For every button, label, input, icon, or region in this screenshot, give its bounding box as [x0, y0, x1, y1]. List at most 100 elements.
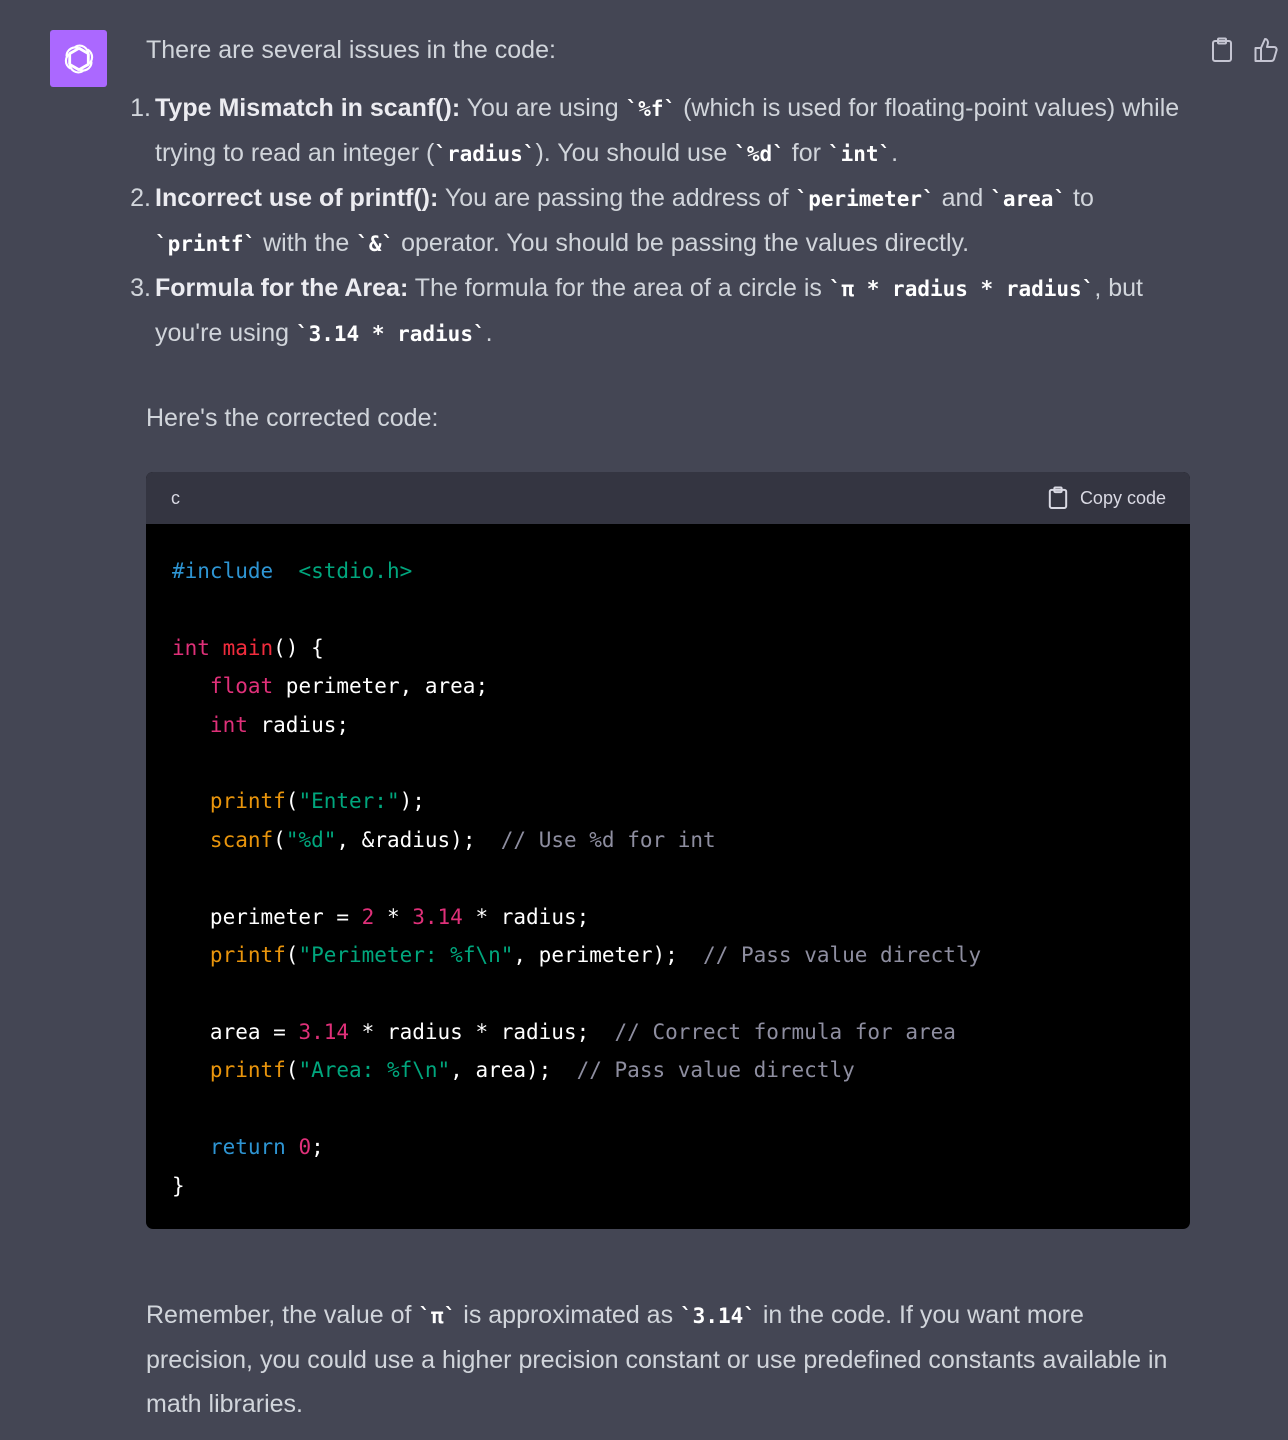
code-token: );	[399, 789, 425, 814]
code-line: int main() {	[172, 636, 324, 660]
code-token: area =	[172, 1019, 299, 1044]
issue-item: 3. Formula for the Area: The formula for …	[130, 266, 1196, 356]
code-token: // Correct formula for area	[614, 1019, 956, 1044]
text-span: Remember, the value of	[146, 1300, 419, 1329]
code-line: }	[172, 1174, 185, 1198]
inline-code: `π`	[418, 1303, 457, 1328]
inline-code: `perimeter`	[795, 187, 935, 211]
text-span: is approximated as	[456, 1300, 681, 1329]
code-token: * radius * radius;	[349, 1019, 615, 1044]
code-token: main	[209, 635, 274, 660]
issue-title: Type Mismatch in scanf():	[155, 94, 461, 122]
inline-code: `%f`	[625, 97, 677, 121]
text-span: .	[485, 319, 493, 347]
copy-code-button[interactable]: Copy code	[1048, 476, 1166, 520]
code-token: // Pass value directly	[703, 943, 982, 968]
code-token: (	[273, 827, 286, 852]
code-line: int radius;	[172, 713, 349, 737]
code-line: printf("Enter:");	[172, 789, 425, 813]
code-line: scanf("%d", &radius); // Use %d for int	[172, 828, 716, 852]
code-line: printf("Area: %f\n", area); // Pass valu…	[172, 1058, 855, 1082]
text-span: The formula for the area of a circle is	[408, 274, 829, 302]
inline-code: `int`	[827, 142, 892, 166]
code-token: printf	[172, 1058, 286, 1083]
code-token: "Area: %f\n"	[298, 1058, 451, 1083]
text-span: You are passing the address of	[438, 184, 796, 212]
code-token: "Perimeter: %f\n"	[298, 943, 514, 968]
code-token: float	[172, 674, 274, 699]
text-span: and	[934, 184, 991, 212]
code-token: ;	[311, 1135, 324, 1160]
code-token: }	[172, 1173, 185, 1198]
code-line: float perimeter, area;	[172, 674, 488, 698]
issues-list: 1. Type Mismatch in scanf(): You are usin…	[130, 86, 1196, 356]
code-token: // Use %d for int	[500, 827, 716, 852]
message-outro: Remember, the value of `π` is approximat…	[146, 1293, 1196, 1426]
code-token: 3.14	[298, 1019, 350, 1044]
issue-number: 1.	[130, 94, 151, 122]
text-span: to	[1066, 184, 1094, 212]
code-line: #include <stdio.h>	[172, 559, 412, 583]
assistant-avatar	[50, 30, 107, 87]
code-block-header: c Copy code	[146, 472, 1190, 524]
code-token: , perimeter);	[513, 943, 704, 968]
code-token: (	[285, 1058, 299, 1083]
code-token: * radius;	[462, 904, 590, 929]
clipboard-icon	[1212, 37, 1232, 62]
issue-item: 1. Type Mismatch in scanf(): You are usin…	[130, 86, 1196, 176]
code-line: printf("Perimeter: %f\n", perimeter); //…	[172, 943, 981, 967]
inline-code: `radius`	[434, 142, 536, 166]
copy-message-button[interactable]	[1208, 36, 1236, 64]
code-token: () {	[273, 635, 324, 660]
code-token: <stdio.h>	[298, 559, 413, 583]
assistant-message: There are several issues in the code: 1.…	[130, 34, 1196, 1426]
inline-code: `3.14 * radius`	[295, 322, 486, 346]
code-line: area = 3.14 * radius * radius; // Correc…	[172, 1020, 956, 1044]
inline-code: `area`	[990, 187, 1067, 211]
code-token: #include	[172, 559, 274, 583]
thumbs-up-button[interactable]	[1252, 36, 1280, 64]
text-span: for	[784, 139, 828, 167]
code-token: 0	[285, 1135, 312, 1160]
code-token: (	[285, 789, 299, 814]
code-token: radius;	[247, 712, 350, 737]
code-token: "%d"	[285, 827, 337, 852]
text-span: operator. You should be passing the valu…	[394, 229, 970, 257]
code-line: return 0;	[172, 1135, 324, 1159]
inline-code: `%d`	[734, 142, 785, 166]
issue-number: 2.	[130, 184, 151, 212]
code-token: 2	[361, 904, 375, 929]
inline-code: `printf`	[155, 232, 257, 256]
text-span: with the	[256, 229, 357, 257]
code-token: , &radius);	[336, 827, 501, 852]
code-token: int	[172, 712, 248, 737]
corrected-code-lead: Here's the corrected code:	[146, 404, 439, 432]
inline-code: `&`	[356, 232, 395, 256]
text-span: .	[891, 139, 899, 167]
code-token: printf	[172, 789, 286, 814]
code-token: int	[172, 635, 210, 660]
code-token: scanf	[172, 827, 274, 852]
code-token: perimeter, area;	[273, 674, 489, 699]
code-line: perimeter = 2 * 3.14 * radius;	[172, 905, 589, 929]
copy-code-label: Copy code	[1079, 488, 1166, 508]
inline-code: `π * radius * radius`	[828, 277, 1095, 301]
issue-number: 3.	[130, 274, 151, 302]
text-span: ). You should use	[535, 139, 735, 167]
code-token: "Enter:"	[298, 789, 400, 814]
issue-title: Incorrect use of printf():	[155, 184, 439, 212]
issue-item: 2. Incorrect use of printf(): You are pas…	[130, 176, 1196, 266]
code-block: c Copy code #include <stdio.h> int main(…	[146, 472, 1190, 1229]
code-token: perimeter =	[172, 904, 362, 929]
thumbs-up-icon	[1254, 38, 1278, 62]
code-token: // Pass value directly	[576, 1058, 855, 1083]
code-token: *	[374, 904, 413, 929]
code-token: printf	[172, 943, 286, 968]
openai-logo-icon	[64, 43, 93, 74]
code-language: c	[171, 488, 180, 508]
inline-code: `3.14`	[680, 1303, 756, 1328]
code-content[interactable]: #include <stdio.h> int main() { float pe…	[146, 524, 1190, 1229]
code-token: , area);	[450, 1058, 577, 1083]
text-span: You are using	[460, 94, 626, 122]
